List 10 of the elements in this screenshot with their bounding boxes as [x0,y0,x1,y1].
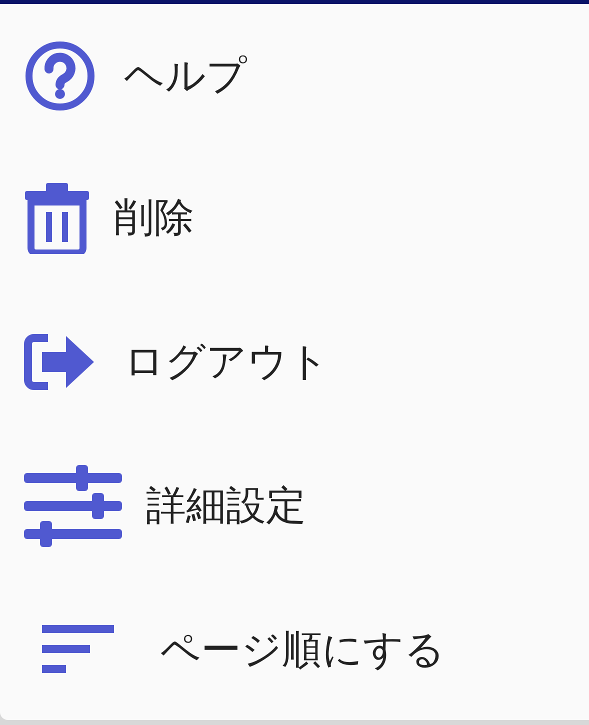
sliders-icon [24,465,122,548]
logout-icon [24,332,96,392]
sort-icon [42,625,114,676]
menu-item[interactable]: 削除 [0,143,589,292]
menu-item[interactable]: 詳細設定 [0,432,589,581]
menu-item[interactable]: ページ順にする [0,580,589,720]
menu-item[interactable]: ヘルプ [0,4,589,144]
trash-icon [24,182,90,254]
help-icon [24,40,96,112]
menu-item[interactable]: ログアウト [0,292,589,432]
